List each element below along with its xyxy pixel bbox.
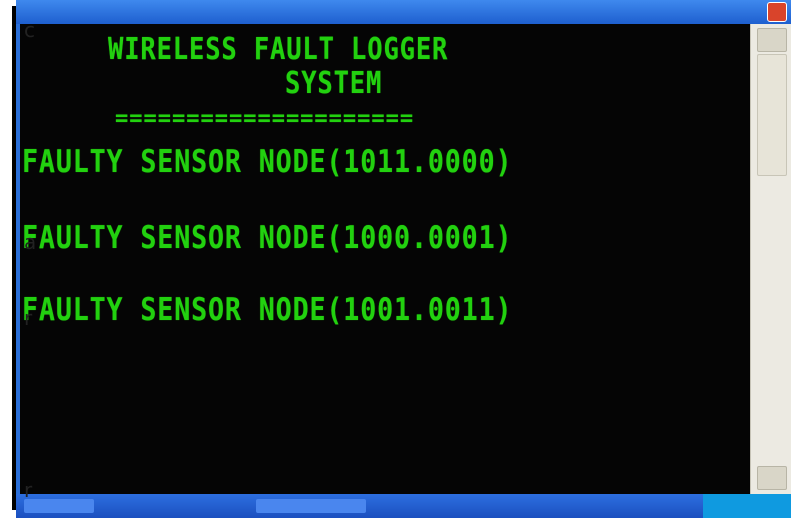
console-title-line-2: SYSTEM xyxy=(285,66,383,101)
screenshot-page: WIRELESS FAULT LOGGER SYSTEM ===========… xyxy=(0,0,791,518)
system-tray xyxy=(703,494,791,518)
scroll-thumb[interactable] xyxy=(757,54,787,176)
taskbar-item[interactable] xyxy=(24,499,94,513)
window-titlebar xyxy=(16,0,791,24)
taskbar xyxy=(16,494,791,518)
scroll-down-icon[interactable] xyxy=(757,466,787,490)
console-output: WIRELESS FAULT LOGGER SYSTEM ===========… xyxy=(20,24,750,494)
console-separator: ===================== xyxy=(115,106,415,131)
console-title-line-1: WIRELESS FAULT LOGGER xyxy=(108,32,449,67)
fault-log-line: FAULTY SENSOR NODE(1011.0000) xyxy=(22,144,513,180)
vertical-scrollbar[interactable] xyxy=(750,24,791,494)
margin-glyph: c xyxy=(24,18,35,42)
margin-glyph: r xyxy=(24,306,33,330)
taskbar-item[interactable] xyxy=(256,499,366,513)
margin-glyph: a xyxy=(24,230,37,254)
left-margin xyxy=(0,0,22,518)
scroll-up-icon[interactable] xyxy=(757,28,787,52)
fault-log-line: FAULTY SENSOR NODE(1000.0001) xyxy=(22,220,513,256)
close-icon[interactable] xyxy=(767,2,787,22)
margin-glyph: r xyxy=(24,478,33,502)
fault-log-line: FAULTY SENSOR NODE(1001.0011) xyxy=(22,292,513,328)
console-window: WIRELESS FAULT LOGGER SYSTEM ===========… xyxy=(16,0,791,518)
